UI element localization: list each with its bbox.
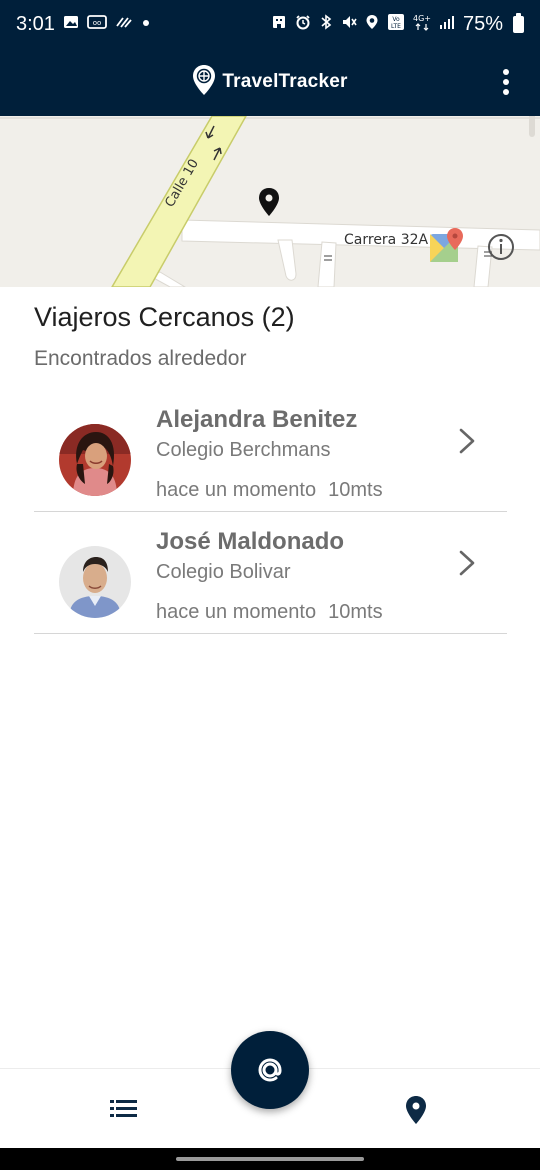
chevron-right-icon[interactable]	[455, 426, 479, 456]
traveler-item[interactable]: Alejandra Benitez Colegio Berchmans hace…	[34, 390, 507, 512]
battery-icon	[513, 12, 524, 33]
menu-dot	[503, 79, 509, 85]
map-view[interactable]: Calle 10 Carrera 32A	[0, 116, 540, 287]
svg-text:LTE: LTE	[391, 23, 401, 30]
bluetooth-icon	[319, 14, 333, 34]
gallery-icon	[63, 14, 79, 34]
home-indicator[interactable]	[176, 1157, 364, 1161]
at-sign-icon	[258, 1058, 282, 1082]
section-header: Viajeros Cercanos (2) Encontrados alrede…	[34, 302, 295, 371]
traveler-list: Alejandra Benitez Colegio Berchmans hace…	[34, 390, 507, 634]
map-canvas: Calle 10 Carrera 32A	[0, 116, 540, 287]
avatar	[59, 546, 131, 618]
list-icon[interactable]	[110, 1099, 138, 1119]
app-bar: TravelTracker	[0, 48, 540, 116]
traveler-item[interactable]: José Maldonado Colegio Bolivar hace un m…	[34, 512, 507, 634]
more-vert-icon[interactable]	[492, 64, 520, 100]
app-title: TravelTracker	[222, 71, 348, 92]
chevron-right-icon[interactable]	[455, 548, 479, 578]
traveler-time: hace un momento	[156, 601, 317, 623]
traveler-name: José Maldonado	[156, 528, 345, 555]
app-logo: TravelTracker	[192, 64, 347, 101]
4g-icon: 4G+	[413, 13, 431, 35]
wave-icon	[115, 14, 133, 34]
traveler-school: Colegio Berchmans	[156, 439, 331, 461]
svg-text:4G+: 4G+	[413, 14, 431, 23]
status-bar: 3:01 oo Vo LTE 4G+ 75%	[0, 0, 540, 48]
center-action-button[interactable]	[231, 1031, 309, 1109]
traveler-distance: 10mts	[328, 601, 383, 623]
location-pin-icon[interactable]	[404, 1095, 428, 1125]
traveler-distance: 10mts	[328, 479, 383, 501]
location-icon	[365, 14, 379, 34]
dot-icon	[141, 14, 151, 34]
section-title: Viajeros Cercanos (2)	[34, 302, 295, 332]
svg-text:oo: oo	[93, 19, 102, 27]
street-label-carrera: Carrera 32A	[344, 232, 429, 248]
menu-dot	[503, 89, 509, 95]
signal-icon	[439, 14, 455, 34]
system-nav-bar	[0, 1148, 540, 1170]
traveler-name: Alejandra Benitez	[156, 406, 358, 433]
traveler-meta: hace un momento 10mts	[156, 479, 383, 502]
volte-icon: Vo LTE	[387, 13, 405, 35]
hotel-icon	[271, 14, 287, 34]
traveler-time: hace un momento	[156, 479, 317, 501]
status-left: 3:01 oo	[16, 13, 151, 36]
section-subtitle: Encontrados alrededor	[34, 347, 247, 370]
cc-icon: oo	[87, 14, 107, 34]
menu-dot	[503, 69, 509, 75]
alarm-icon	[295, 14, 311, 34]
status-time: 3:01	[16, 12, 55, 35]
mute-icon	[341, 14, 357, 34]
battery-percent: 75%	[462, 12, 503, 35]
status-right: Vo LTE 4G+ 75%	[271, 12, 524, 36]
logo-pin-icon	[192, 64, 216, 101]
avatar	[59, 424, 131, 496]
traveler-school: Colegio Bolivar	[156, 561, 291, 583]
svg-text:Vo: Vo	[392, 16, 400, 23]
traveler-meta: hace un momento 10mts	[156, 601, 383, 624]
